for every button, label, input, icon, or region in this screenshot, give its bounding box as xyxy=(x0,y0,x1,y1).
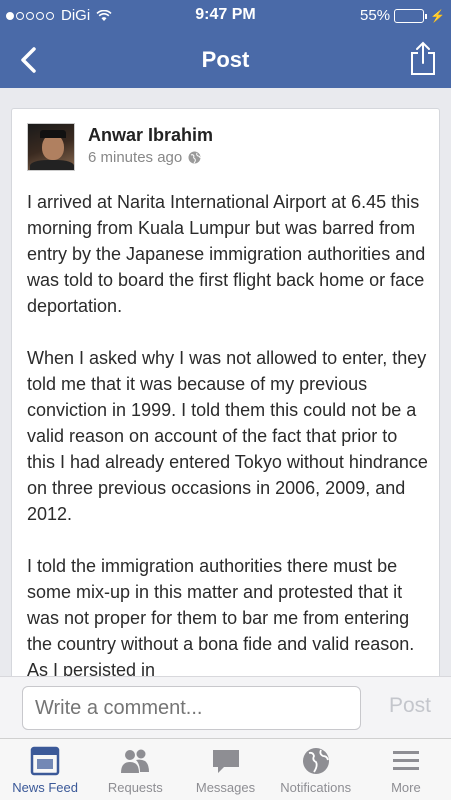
post-comment-button[interactable]: Post xyxy=(389,694,431,718)
avatar[interactable] xyxy=(27,123,75,171)
battery-percent: 55% xyxy=(360,7,391,24)
post-meta: 6 minutes ago xyxy=(88,149,201,166)
friend-requests-icon xyxy=(121,749,150,773)
comment-composer: Post xyxy=(0,676,451,738)
tab-more[interactable]: More xyxy=(361,739,451,800)
tab-label: More xyxy=(391,780,421,795)
post-paragraph: When I asked why I was not allowed to en… xyxy=(27,348,428,524)
post-paragraph: I arrived at Narita International Airpor… xyxy=(27,192,426,316)
navigation-bar: Post xyxy=(0,32,451,88)
share-button[interactable] xyxy=(409,40,437,76)
post-content-area[interactable]: Anwar Ibrahim 6 minutes ago I arrived at… xyxy=(0,88,451,676)
tab-notifications[interactable]: Notifications xyxy=(271,739,361,800)
comment-input[interactable] xyxy=(22,686,361,730)
menu-icon xyxy=(392,751,419,770)
public-privacy-icon xyxy=(188,151,201,164)
status-bar: DiGi 9:47 PM 55% ⚡ xyxy=(0,0,451,32)
tab-bar: News Feed Requests Messages Notification… xyxy=(0,738,451,800)
globe-notifications-icon xyxy=(302,748,329,774)
tab-label: Requests xyxy=(107,780,163,795)
tab-label: Notifications xyxy=(280,780,352,795)
tab-label: News Feed xyxy=(12,780,78,795)
news-feed-icon xyxy=(30,746,60,776)
page-title: Post xyxy=(201,47,250,72)
post-card: Anwar Ibrahim 6 minutes ago I arrived at… xyxy=(11,108,440,676)
tab-news-feed[interactable]: News Feed xyxy=(0,739,90,800)
tab-requests[interactable]: Requests xyxy=(90,739,180,800)
tab-messages[interactable]: Messages xyxy=(180,739,270,800)
author-name[interactable]: Anwar Ibrahim xyxy=(88,125,213,146)
post-paragraph: I told the immigration authorities there… xyxy=(27,556,415,676)
battery-indicator: 55% ⚡ xyxy=(360,7,445,24)
tab-label: Messages xyxy=(195,780,256,795)
post-timestamp[interactable]: 6 minutes ago xyxy=(88,149,182,166)
messages-icon xyxy=(212,750,239,773)
post-body: I arrived at Narita International Airpor… xyxy=(27,189,429,676)
battery-icon xyxy=(394,8,428,23)
charging-icon: ⚡ xyxy=(430,8,445,23)
